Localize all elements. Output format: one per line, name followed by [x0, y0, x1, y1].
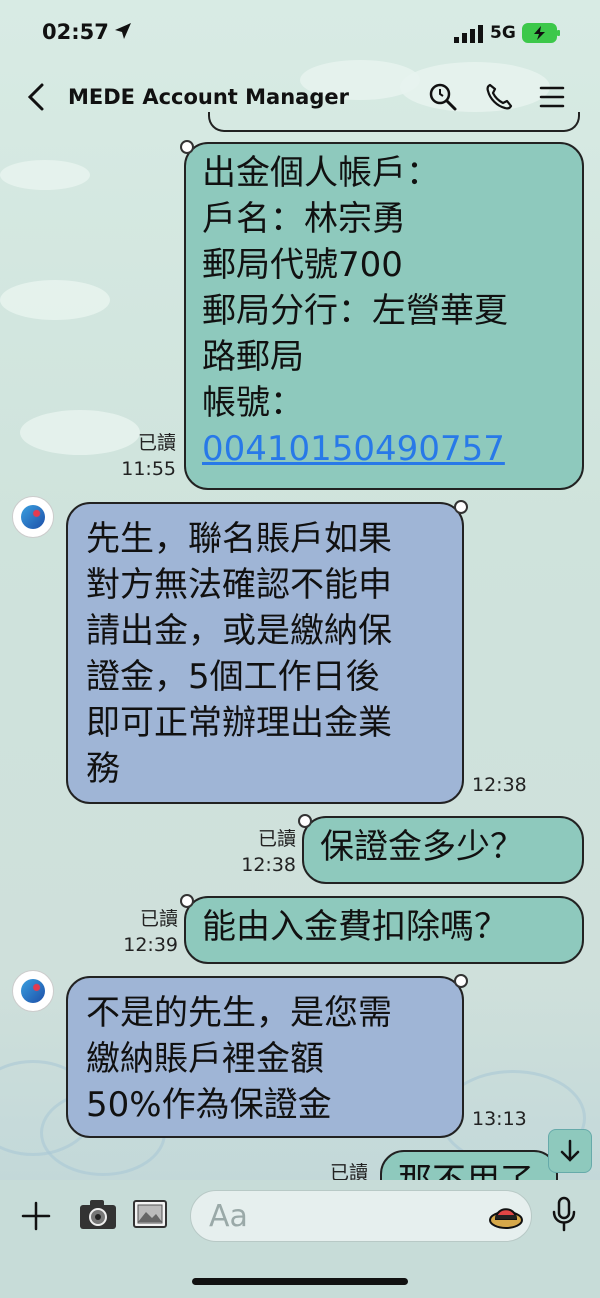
- message-line: 對方無法確認不能申: [86, 565, 392, 605]
- location-arrow-icon: [115, 23, 131, 39]
- message-line: 50%作為保證金: [86, 1085, 332, 1125]
- bubble-tail: [454, 500, 468, 514]
- home-indicator: [192, 1278, 408, 1285]
- message-line: 先生，聯名賬戶如果: [86, 519, 392, 559]
- read-receipt: 已讀: [139, 908, 178, 930]
- message-line: 務: [86, 749, 120, 789]
- outgoing-message-bubble[interactable]: 出金個人帳戶： 戶名：林宗勇 郵局代號700 郵局分行：左營華夏 路郵局 帳號：…: [180, 140, 584, 490]
- message-meta: 已讀 11:55: [118, 430, 176, 482]
- message-line: 請出金，或是繳納保: [86, 611, 392, 651]
- previous-message-bubble: [208, 112, 580, 132]
- bubble-tail: [180, 894, 194, 908]
- camera-icon[interactable]: [78, 1196, 118, 1232]
- clipped-message-wrapper: 那不用了: [380, 1150, 558, 1180]
- bubble-tail: [298, 814, 312, 828]
- message-line: 郵局分行：左營華夏: [202, 291, 508, 331]
- plus-icon[interactable]: [20, 1200, 52, 1232]
- outgoing-message-bubble[interactable]: 那不用了: [380, 1150, 558, 1180]
- read-receipt: 已讀: [257, 828, 296, 850]
- scroll-to-bottom-button[interactable]: [548, 1129, 592, 1173]
- status-time: 02:57: [42, 20, 109, 44]
- microphone-icon[interactable]: [550, 1196, 578, 1232]
- message-line: 即可正常辦理出金業: [86, 703, 392, 743]
- bubble-tail: [180, 140, 194, 154]
- message-line: 不是的先生，是您需: [86, 993, 392, 1033]
- message-time: 12:39: [123, 934, 178, 956]
- incoming-message-bubble[interactable]: 不是的先生，是您需 繳納賬戶裡金額 50%作為保證金: [66, 974, 468, 1138]
- message-line: 證金，5個工作日後: [86, 657, 380, 697]
- bubble-tail: [454, 974, 468, 988]
- message-line: 出金個人帳戶：: [202, 153, 440, 193]
- image-icon[interactable]: [132, 1198, 168, 1230]
- message-composer-bar: Aa: [0, 1180, 600, 1298]
- search-icon[interactable]: [428, 82, 458, 112]
- message-time: 12:38: [472, 774, 527, 796]
- message-meta: 已讀 12:39: [116, 906, 178, 958]
- message-time: 11:55: [121, 458, 176, 480]
- message-line: 郵局代號700: [202, 245, 403, 285]
- message-line: 能由入金費扣除嗎？: [202, 907, 508, 947]
- outgoing-message-bubble[interactable]: 能由入金費扣除嗎？: [180, 894, 584, 964]
- message-time: 13:13: [472, 1108, 527, 1130]
- message-line: 繳納賬戶裡金額: [86, 1039, 324, 1079]
- message-input[interactable]: Aa: [190, 1190, 532, 1242]
- signal-bars-icon: [454, 25, 483, 43]
- chat-title: MEDE Account Manager: [68, 85, 349, 109]
- message-line: 路郵局: [202, 337, 304, 377]
- account-number-link[interactable]: 00410150490757: [202, 426, 566, 472]
- battery-icon: [522, 23, 560, 43]
- avatar[interactable]: [12, 970, 54, 1012]
- message-meta: 已讀 12:38: [236, 826, 296, 878]
- message-line: 保證金多少？: [320, 827, 524, 867]
- sticker-icon[interactable]: [488, 1198, 524, 1232]
- menu-icon[interactable]: [538, 82, 566, 112]
- avatar[interactable]: [12, 496, 54, 538]
- outgoing-message-bubble[interactable]: 保證金多少？: [298, 814, 584, 884]
- message-time: 12:38: [241, 854, 296, 876]
- message-line: 那不用了: [398, 1158, 540, 1180]
- message-line: 戶名：林宗勇: [202, 199, 406, 239]
- network-type: 5G: [490, 23, 516, 43]
- message-line: 帳號：: [202, 383, 304, 423]
- phone-icon[interactable]: [484, 82, 514, 112]
- incoming-message-bubble[interactable]: 先生，聯名賬戶如果 對方無法確認不能申 請出金，或是繳納保 證金，5個工作日後 …: [66, 500, 468, 804]
- arrow-down-icon: [560, 1139, 580, 1162]
- read-receipt: 已讀: [137, 432, 176, 454]
- chevron-left-icon[interactable]: [24, 82, 48, 112]
- status-bar: 02:57 5G: [0, 0, 600, 66]
